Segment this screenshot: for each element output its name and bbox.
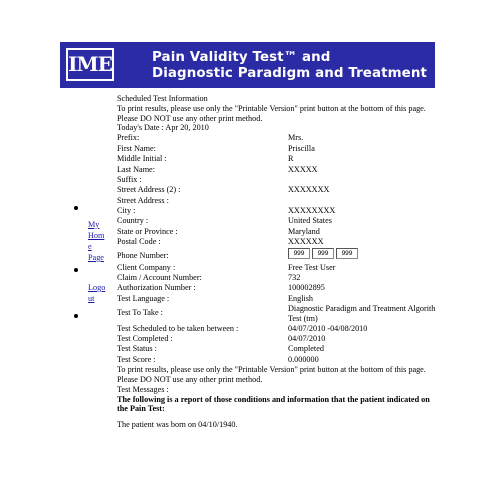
phone-area-code: 999 [288,247,310,259]
field-row: Test Scheduled to be taken between :04/0… [117,323,368,333]
field-row: Test Score :0.000000 [117,354,319,364]
print-note: To print results, please use only the "P… [117,104,426,123]
report-intro: The following is a report of those condi… [117,394,430,414]
phone-line: 999 [336,247,358,259]
field-row: Prefix: Mrs. [117,133,304,143]
field-row: Street Address : [117,195,169,205]
scheduled-test-info: Scheduled Test Information To print resu… [117,94,442,430]
phone-number-boxes: 999 999 999 [288,247,358,259]
field-row: Last Name: XXXXX [117,164,318,174]
todays-date: Today's Date : Apr 20, 2010 [117,123,209,133]
field-row: Client Company : Free Test User [117,262,336,272]
field-row: State or Province : Maryland [117,226,320,236]
section-heading: Scheduled Test Information [117,94,208,103]
field-row: Country : United States [117,216,332,226]
banner-title-line1: Pain Validity Test™ and [152,50,331,65]
field-row: Claim / Account Number: 732 [117,273,301,283]
banner-title-line2: Diagnostic Paradigm and Treatment [152,66,427,81]
field-row: Middle Initial :R [117,154,294,164]
phone-prefix: 999 [312,247,334,259]
bullet-icon [74,206,78,210]
test-to-take-row: Test To Take : Diagnostic Paradigm and T… [117,304,436,323]
print-note-bottom: To print results, please use only the "P… [117,365,426,384]
my-home-page-link[interactable]: My Hom e Page [88,219,110,263]
field-row: Street Address (2) : XXXXXXX [117,185,330,195]
logout-link[interactable]: Logo ut [88,282,110,304]
field-row: First Name: Priscilla [117,143,315,153]
field-row: City : XXXXXXXX [117,206,336,216]
field-row: Authorization Number :100002895 [117,283,325,293]
field-row: Postal Code : XXXXXX [117,237,324,247]
bullet-icon [74,314,78,318]
ime-logo: IME [66,48,114,81]
field-row: Test Language : English [117,293,314,303]
field-row: Suffix : [117,174,142,184]
birth-note: The patient was born on 04/10/1940. [117,419,238,429]
field-row: Test Completed :04/07/2010 [117,333,326,343]
header-banner: IME Pain Validity Test™ and Diagnostic P… [60,42,435,88]
phone-row: Phone Number: 999 999 999 [117,247,442,263]
field-row: Test Status : Completed [117,344,324,354]
bullet-icon [74,268,78,272]
test-messages-label: Test Messages : [117,384,169,394]
